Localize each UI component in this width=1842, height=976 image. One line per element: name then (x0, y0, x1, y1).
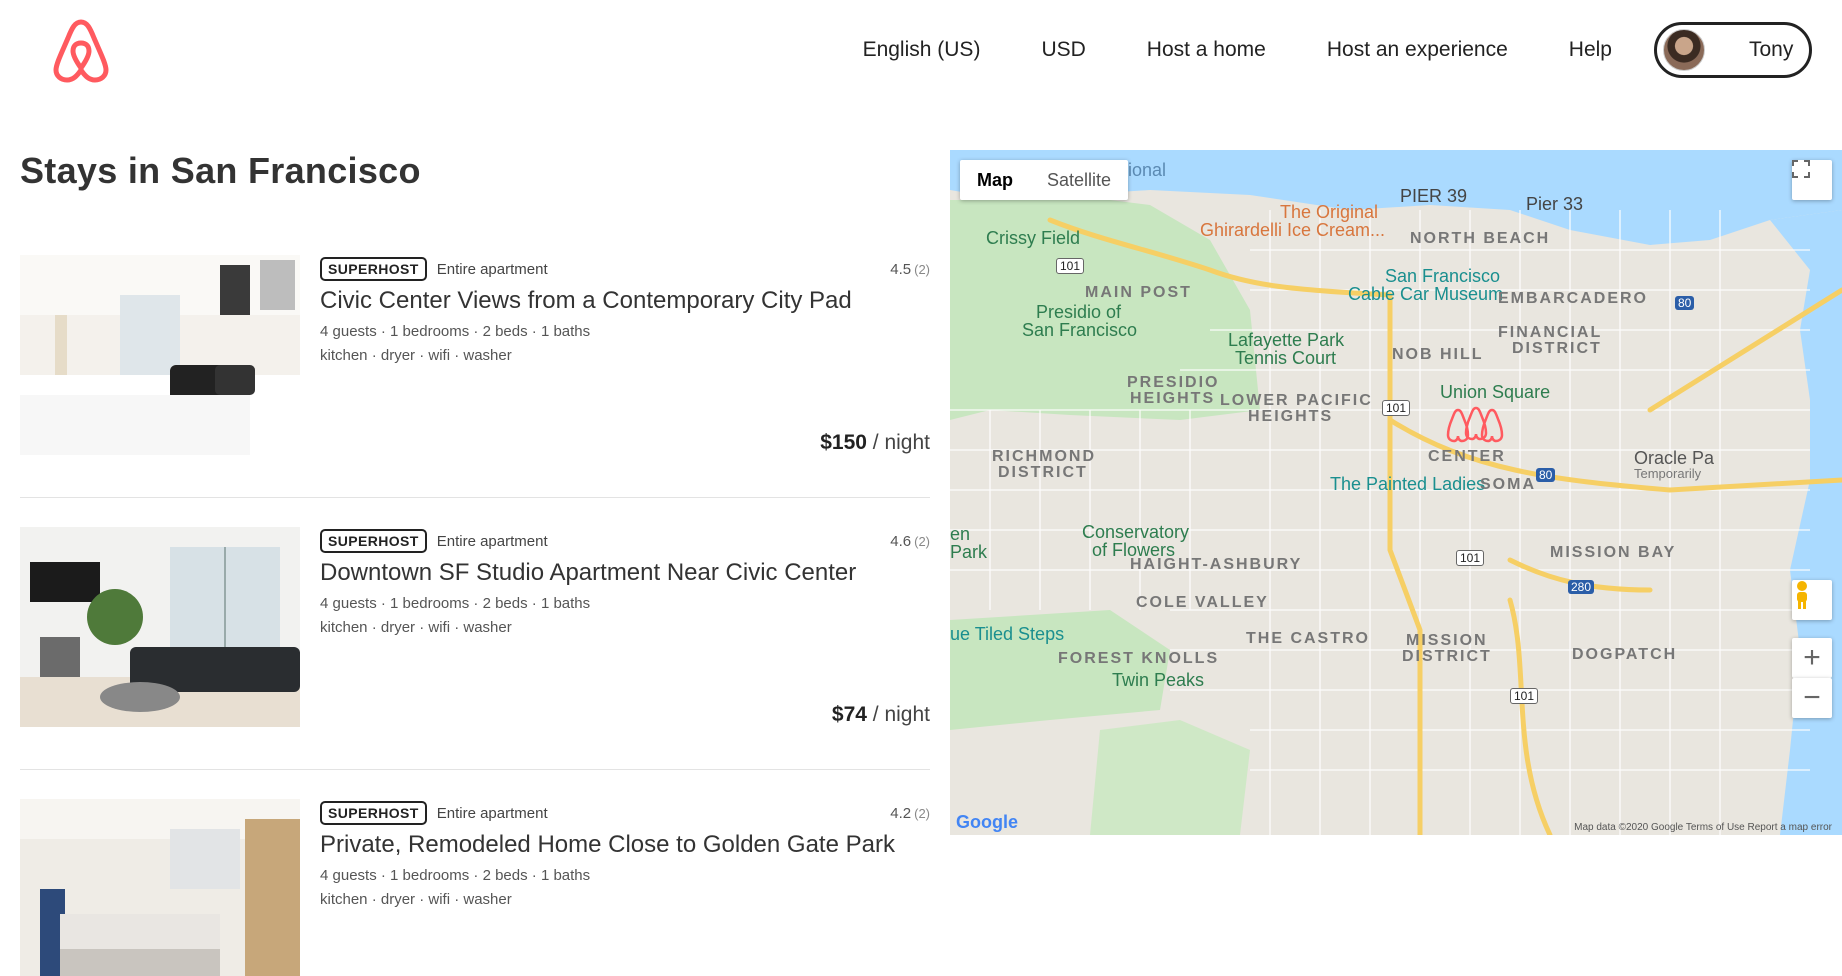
top-nav: English (US) USD Host a home Host an exp… (0, 0, 1842, 100)
map-label: San Francisco (1022, 320, 1138, 340)
rating: 4.5 (2) (890, 261, 930, 278)
superhost-badge: SUPERHOST (320, 801, 427, 825)
map-label: Cable Car Museum (1348, 284, 1504, 304)
map-label: Ghirardelli Ice Cream... (1200, 220, 1386, 240)
map-label: NOB HILL (1392, 346, 1484, 363)
host-experience-link[interactable]: Host an experience (1327, 38, 1508, 62)
street-view-pegman-button[interactable] (1792, 580, 1832, 620)
fullscreen-button[interactable] (1792, 160, 1832, 200)
listing-info: SUPERHOST Entire apartment 4.5 (2) Civic … (320, 255, 930, 455)
avatar (1663, 29, 1705, 71)
map-label: ue Tiled Steps (950, 624, 1065, 644)
listing-specs: 4 guests · 1 bedrooms · 2 beds · 1 baths (320, 595, 591, 612)
property-type: Entire apartment (436, 532, 548, 550)
listing-price: $74 / night (831, 703, 930, 726)
airbnb-logo-icon[interactable] (48, 14, 114, 84)
property-type: Entire apartment (436, 260, 548, 278)
map-label: FOREST KNOLLS (1058, 650, 1220, 667)
map-label: Tennis Court (1235, 348, 1337, 368)
map-label: EMBARCADERO (1498, 290, 1648, 307)
divider (20, 769, 930, 770)
map-label: DOGPATCH (1572, 646, 1678, 663)
map-label: Union Square (1440, 382, 1551, 402)
map-label: HAIGHT-ASHBURY (1130, 556, 1303, 573)
listing-marker-icon[interactable] (1446, 406, 1506, 446)
map-label: Crissy Field (986, 228, 1081, 248)
listing-amenities: kitchen · dryer · wifi · washer (320, 891, 512, 908)
superhost-badge: SUPERHOST (320, 529, 427, 553)
listing-title[interactable]: Civic Center Views from a Contemporary C… (320, 287, 930, 315)
listing-amenities: kitchen · dryer · wifi · washer (320, 619, 512, 636)
map-label: MISSION BAY (1550, 544, 1677, 561)
map-label: PIER 39 (1400, 186, 1468, 206)
map-label: MAIN POST (1085, 284, 1192, 301)
user-menu-button[interactable]: Tony (1654, 22, 1812, 78)
map-label: NORTH BEACH (1410, 230, 1551, 247)
map-label: HEIGHTS (1130, 390, 1216, 407)
user-name: Tony (1749, 38, 1794, 61)
listing-card[interactable]: SUPERHOST Entire apartment 4.5 (2) Civic … (20, 255, 930, 455)
map-label: CENTER (1428, 448, 1506, 465)
map-type-map-button[interactable]: Map (960, 160, 1030, 200)
property-type: Entire apartment (436, 804, 548, 822)
highway-shield: 80 (1536, 468, 1556, 482)
highway-shield: 280 (1568, 580, 1595, 594)
highway-shield: 101 (1456, 550, 1485, 566)
rating: 4.2 (2) (890, 805, 930, 822)
map-label: The Painted Ladies (1330, 474, 1486, 494)
map-label: THE CASTRO (1246, 630, 1370, 647)
listing-card[interactable]: SUPERHOST Entire apartment 4.2 (2) Privat… (20, 799, 930, 976)
currency-selector[interactable]: USD (1041, 38, 1085, 62)
host-home-link[interactable]: Host a home (1147, 38, 1266, 62)
help-link[interactable]: Help (1569, 38, 1612, 62)
listing-card[interactable]: SUPERHOST Entire apartment 4.6 (2) Downto… (20, 527, 930, 727)
pegman-icon (1797, 581, 1807, 609)
map-label: DISTRICT (998, 464, 1088, 481)
listing-specs: 4 guests · 1 bedrooms · 2 beds · 1 baths (320, 323, 591, 340)
highway-shield: 101 (1382, 400, 1411, 416)
divider (20, 497, 930, 498)
listing-photo[interactable] (20, 799, 300, 976)
listing-specs: 4 guests · 1 bedrooms · 2 beds · 1 baths (320, 867, 591, 884)
map-label: Temporarily (1634, 466, 1702, 481)
map-label: Pier 33 (1526, 194, 1584, 214)
listing-title[interactable]: Downtown SF Studio Apartment Near Civic … (320, 559, 930, 587)
map-label: COLE VALLEY (1136, 594, 1269, 611)
map-type-satellite-button[interactable]: Satellite (1030, 160, 1128, 200)
map-type-control: Map Satellite (960, 160, 1129, 200)
google-logo: Google (956, 812, 1018, 832)
nav-menu: English (US) USD Host a home Host an exp… (802, 22, 1812, 78)
highway-shield: 101 (1056, 258, 1085, 274)
highway-shield: 101 (1510, 688, 1539, 704)
rating: 4.6 (2) (890, 533, 930, 550)
listing-price: $150 / night (820, 431, 930, 454)
fullscreen-icon (1792, 160, 1810, 178)
map-label: DISTRICT (1402, 648, 1492, 665)
map-label: HEIGHTS (1248, 408, 1334, 425)
highway-shield: 80 (1675, 296, 1695, 310)
language-selector[interactable]: English (US) (863, 38, 981, 62)
map[interactable]: National PIER 39 Pier 33 The Original Gh… (950, 150, 1842, 835)
listing-info: SUPERHOST Entire apartment 4.2 (2) Privat… (320, 799, 930, 976)
listing-amenities: kitchen · dryer · wifi · washer (320, 347, 512, 364)
listing-title[interactable]: Private, Remodeled Home Close to Golden … (320, 831, 930, 859)
page-title: Stays in San Francisco (20, 150, 421, 191)
listing-photo[interactable] (20, 255, 300, 455)
map-attribution[interactable]: Map data ©2020 Google Terms of Use Repor… (1574, 822, 1832, 833)
map-label: SOMA (1480, 476, 1536, 493)
zoom-in-button[interactable]: + (1792, 638, 1832, 678)
map-label: Twin Peaks (1112, 670, 1205, 690)
listing-photo[interactable] (20, 527, 300, 727)
map-label: DISTRICT (1512, 340, 1602, 357)
superhost-badge: SUPERHOST (320, 257, 427, 281)
map-label: Park (950, 542, 988, 562)
listing-info: SUPERHOST Entire apartment 4.6 (2) Downto… (320, 527, 930, 727)
zoom-out-button[interactable]: − (1792, 678, 1832, 718)
